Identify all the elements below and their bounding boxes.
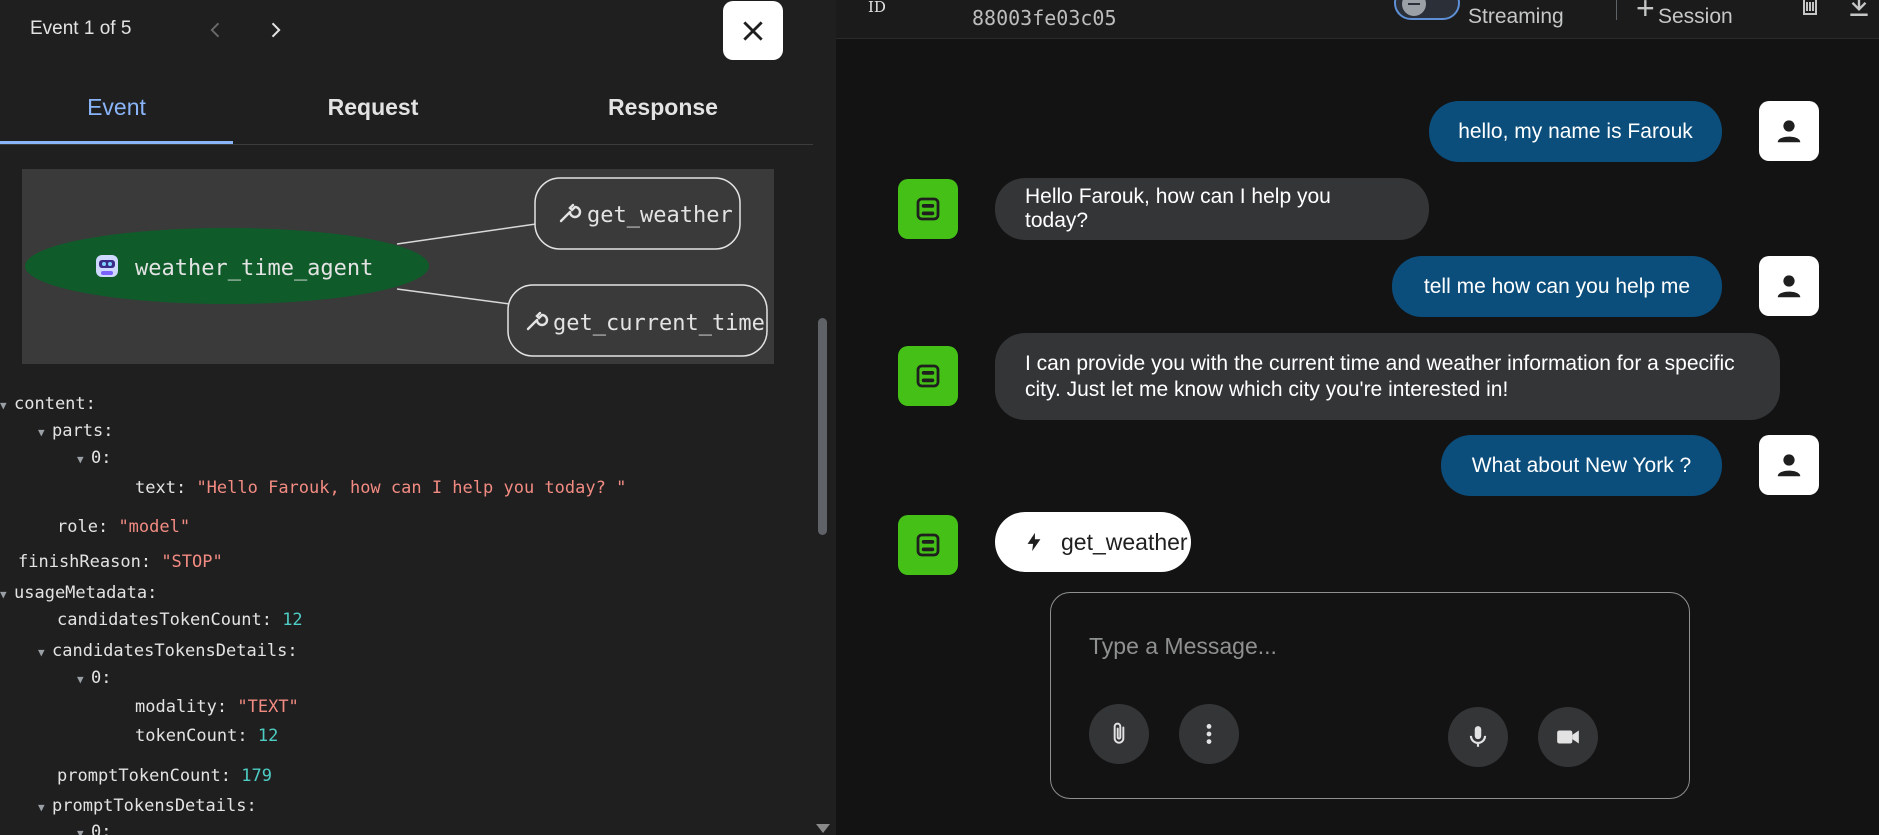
tree-row-usage-metadata[interactable]: ▼ usageMetadata: bbox=[0, 583, 157, 603]
robot-icon bbox=[916, 364, 940, 388]
new-session-button[interactable]: Session bbox=[1658, 5, 1733, 29]
user-avatar bbox=[1759, 256, 1819, 316]
paperclip-icon bbox=[1113, 722, 1125, 744]
toggle-knob bbox=[1402, 0, 1426, 16]
bot-avatar bbox=[898, 346, 958, 406]
trash-icon[interactable] bbox=[1798, 0, 1822, 16]
caret-down-icon: ▼ bbox=[77, 673, 84, 686]
streaming-toggle[interactable] bbox=[1394, 0, 1460, 20]
event-counter: Event 1 of 5 bbox=[30, 18, 132, 39]
close-button[interactable] bbox=[723, 1, 783, 60]
bot-message: I can provide you with the current time … bbox=[995, 333, 1780, 420]
function-call-chip[interactable]: get_weather bbox=[995, 512, 1191, 572]
caret-down-icon: ▼ bbox=[0, 588, 7, 601]
chat-topbar: ID 88003fe03c05 Streaming + Session bbox=[836, 0, 1879, 39]
divider bbox=[1616, 0, 1617, 20]
inspector-tabs: Event Request Response bbox=[0, 84, 814, 145]
caret-down-icon: ▼ bbox=[38, 646, 45, 659]
download-icon[interactable] bbox=[1846, 0, 1872, 18]
person-icon bbox=[1777, 275, 1801, 298]
tab-response[interactable]: Response bbox=[548, 94, 778, 121]
caret-down-icon: ▼ bbox=[77, 827, 84, 835]
session-id-label: ID bbox=[868, 0, 886, 16]
tree-row-text: text: "Hello Farouk, how can I help you … bbox=[135, 478, 627, 498]
function-call-name: get_weather bbox=[1061, 528, 1188, 555]
user-avatar bbox=[1759, 101, 1819, 161]
microphone-button[interactable] bbox=[1448, 707, 1508, 767]
caret-down-icon: ▼ bbox=[77, 453, 84, 466]
attach-button[interactable] bbox=[1089, 704, 1149, 764]
event-inspector-panel: Event 1 of 5 Event Request Response weat… bbox=[0, 0, 836, 835]
close-icon bbox=[743, 20, 763, 41]
tree-row-prompt-count: promptTokenCount: 179 bbox=[57, 766, 272, 786]
scrollbar-thumb[interactable] bbox=[818, 318, 827, 535]
previous-event-button[interactable] bbox=[200, 14, 232, 46]
plus-icon[interactable]: + bbox=[1636, 0, 1655, 27]
tree-row-candidates-count: candidatesTokenCount: 12 bbox=[57, 610, 303, 630]
chevron-right-icon bbox=[271, 22, 281, 38]
agent-node-label: weather_time_agent bbox=[135, 256, 373, 281]
agent-graph: weather_time_agent get_weather get_curre… bbox=[22, 169, 774, 364]
user-message: tell me how can you help me bbox=[1392, 256, 1722, 317]
message-input[interactable] bbox=[1089, 633, 1649, 660]
tree-row-prompt-0[interactable]: ▼ 0: bbox=[77, 822, 112, 835]
robot-icon bbox=[916, 533, 940, 557]
tree-row-part-0[interactable]: ▼ 0: bbox=[77, 448, 112, 468]
message-composer bbox=[1050, 592, 1690, 799]
tree-row-candidate-0[interactable]: ▼ 0: bbox=[77, 668, 112, 688]
person-icon bbox=[1777, 120, 1801, 143]
tree-row-token-count: tokenCount: 12 bbox=[135, 726, 279, 746]
bolt-icon bbox=[1027, 532, 1041, 552]
tab-event[interactable]: Event bbox=[0, 94, 233, 121]
tree-row-modality: modality: "TEXT" bbox=[135, 697, 299, 717]
user-message: hello, my name is Farouk bbox=[1429, 101, 1722, 162]
video-camera-icon bbox=[1557, 730, 1579, 744]
bot-avatar bbox=[898, 515, 958, 575]
video-button[interactable] bbox=[1538, 707, 1598, 767]
tab-request[interactable]: Request bbox=[253, 94, 493, 121]
robot-icon bbox=[96, 255, 118, 277]
caret-down-icon: ▼ bbox=[38, 801, 45, 814]
streaming-label: Streaming bbox=[1468, 5, 1564, 28]
tree-row-candidates-details[interactable]: ▼ candidatesTokensDetails: bbox=[38, 641, 298, 661]
bot-message: Hello Farouk, how can I help you today? bbox=[995, 178, 1429, 240]
bot-avatar bbox=[898, 179, 958, 239]
tool-node-weather-label: get_weather bbox=[587, 203, 733, 228]
person-icon bbox=[1777, 454, 1801, 477]
more-options-button[interactable] bbox=[1179, 704, 1239, 764]
scroll-down-arrow-icon[interactable] bbox=[816, 824, 830, 833]
tool-node-time-label: get_current_time bbox=[553, 311, 765, 336]
user-avatar bbox=[1759, 435, 1819, 495]
chevron-left-icon bbox=[210, 22, 220, 38]
chat-panel: ID 88003fe03c05 Streaming + Session hell… bbox=[836, 0, 1879, 835]
active-tab-indicator bbox=[0, 141, 233, 144]
robot-icon bbox=[916, 197, 940, 221]
tree-row-role: role: "model" bbox=[57, 517, 191, 537]
caret-down-icon: ▼ bbox=[0, 399, 7, 412]
tree-row-parts[interactable]: ▼ parts: bbox=[38, 421, 113, 441]
next-event-button[interactable] bbox=[259, 14, 291, 46]
user-message: What about New York ? bbox=[1441, 435, 1722, 496]
tree-row-prompt-details[interactable]: ▼ promptTokensDetails: bbox=[38, 796, 257, 816]
microphone-icon bbox=[1469, 726, 1487, 747]
caret-down-icon: ▼ bbox=[38, 426, 45, 439]
session-id: 88003fe03c05 bbox=[972, 6, 1117, 30]
tree-row-finish-reason: finishReason: "STOP" bbox=[18, 552, 223, 572]
more-vert-icon bbox=[1206, 724, 1212, 744]
tree-row-content[interactable]: ▼ content: bbox=[0, 394, 96, 414]
